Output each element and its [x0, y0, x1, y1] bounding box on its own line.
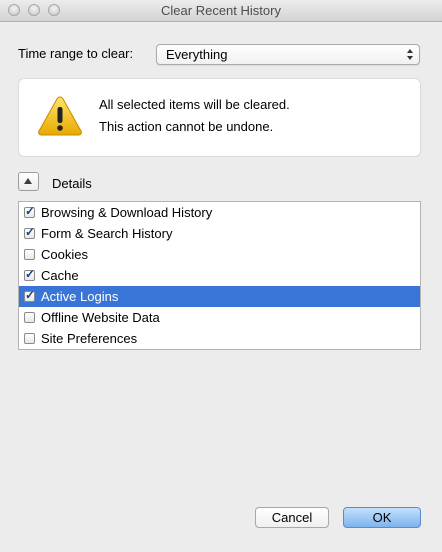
checkmark-icon: ✓: [25, 225, 36, 239]
warning-triangle-icon: [38, 96, 82, 136]
list-item-active-logins[interactable]: ✓ Active Logins: [19, 286, 420, 307]
ok-button[interactable]: OK: [343, 507, 421, 528]
list-item-label: Browsing & Download History: [41, 205, 213, 220]
list-item-label: Active Logins: [41, 289, 119, 304]
cancel-button[interactable]: Cancel: [255, 507, 329, 528]
checkbox[interactable]: ✓: [24, 267, 36, 281]
list-item-form-search-history[interactable]: ✓ Form & Search History: [19, 223, 420, 244]
list-item-label: Site Preferences: [41, 331, 138, 346]
checkbox[interactable]: [24, 333, 35, 344]
details-toggle-button[interactable]: [18, 172, 39, 191]
checkbox[interactable]: ✓: [24, 288, 36, 302]
list-item-cookies[interactable]: Cookies: [19, 244, 420, 265]
list-item-site-preferences[interactable]: Site Preferences: [19, 328, 420, 349]
checkmark-icon: ✓: [25, 204, 36, 218]
checkbox[interactable]: ✓: [24, 225, 36, 239]
checkbox[interactable]: [24, 249, 35, 260]
title-bar: Clear Recent History: [0, 0, 442, 22]
list-item-cache[interactable]: ✓ Cache: [19, 265, 420, 286]
list-item-label: Cache: [41, 268, 79, 283]
warning-panel: All selected items will be cleared. This…: [18, 78, 421, 157]
time-range-value: Everything: [166, 47, 228, 62]
list-item-label: Cookies: [41, 247, 88, 262]
checkbox[interactable]: [24, 312, 35, 323]
window-title: Clear Recent History: [161, 3, 281, 18]
warning-message-line2: This action cannot be undone.: [99, 119, 274, 134]
list-item-browsing-download-history[interactable]: ✓ Browsing & Download History: [19, 202, 420, 223]
list-item-offline-website-data[interactable]: Offline Website Data: [19, 307, 420, 328]
list-item-label: Form & Search History: [41, 226, 173, 241]
checkmark-icon: ✓: [25, 267, 36, 281]
checkmark-icon: ✓: [25, 288, 36, 302]
triangle-up-icon: [24, 178, 32, 184]
time-range-label: Time range to clear:: [18, 46, 134, 61]
list-item-label: Offline Website Data: [41, 310, 160, 325]
details-label: Details: [52, 176, 92, 191]
checkbox[interactable]: ✓: [24, 204, 36, 218]
time-range-select[interactable]: Everything: [156, 44, 420, 65]
warning-message-line1: All selected items will be cleared.: [99, 97, 290, 112]
updown-arrows-icon: [407, 49, 413, 60]
history-items-list[interactable]: ✓ Browsing & Download History ✓ Form & S…: [18, 201, 421, 350]
